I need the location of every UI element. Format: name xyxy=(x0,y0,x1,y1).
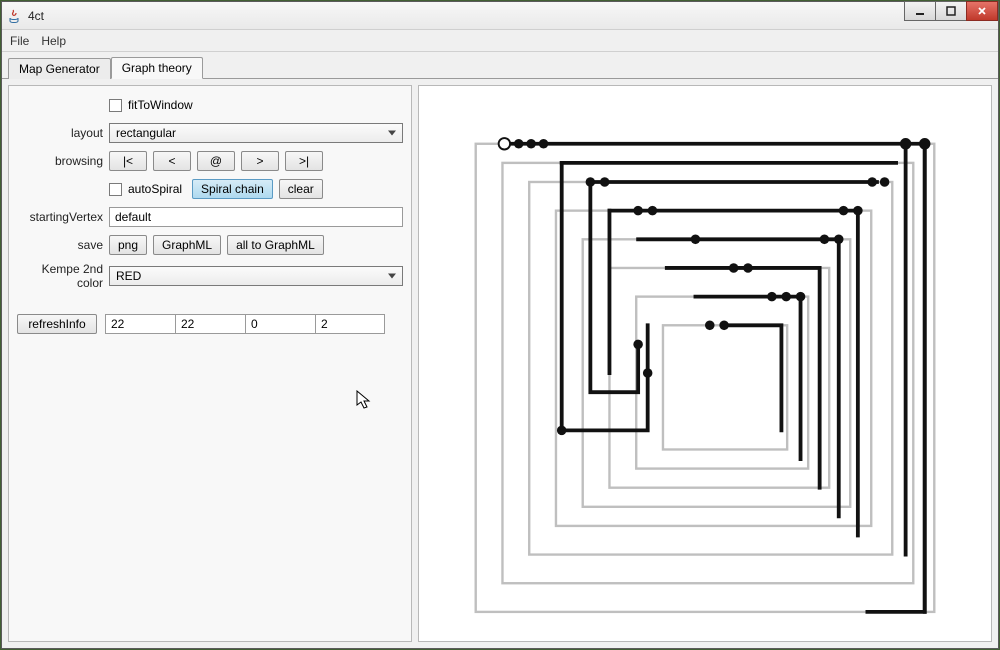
browsing-label: browsing xyxy=(17,154,109,168)
layout-select[interactable]: rectangular xyxy=(109,123,403,143)
window-controls xyxy=(905,1,998,21)
auto-spiral-checkbox[interactable] xyxy=(109,183,122,196)
menubar: File Help xyxy=(2,30,998,52)
save-label: save xyxy=(17,238,109,252)
save-png-button[interactable]: png xyxy=(109,235,147,255)
kempe-label: Kempe 2nd color xyxy=(17,262,109,290)
auto-spiral-label: autoSpiral xyxy=(128,182,182,196)
menu-help[interactable]: Help xyxy=(41,34,66,48)
browse-last-button[interactable]: >| xyxy=(285,151,323,171)
browse-next-button[interactable]: > xyxy=(241,151,279,171)
java-icon xyxy=(6,8,22,24)
tab-graph-theory[interactable]: Graph theory xyxy=(111,57,203,79)
fit-to-window-label: fitToWindow xyxy=(128,98,193,112)
info-cell-3: 2 xyxy=(315,314,385,334)
graph-canvas xyxy=(429,96,981,631)
titlebar: 4ct xyxy=(2,2,998,30)
starting-vertex-value: default xyxy=(115,210,151,224)
info-cell-1: 22 xyxy=(175,314,245,334)
browse-prev-button[interactable]: < xyxy=(153,151,191,171)
close-button[interactable] xyxy=(966,1,998,21)
starting-vertex-field[interactable]: default xyxy=(109,207,403,227)
kempe-select[interactable]: RED xyxy=(109,266,403,286)
starting-vertex-label: startingVertex xyxy=(17,210,109,224)
app-window: 4ct File Help Map Generator Graph theory… xyxy=(1,1,999,649)
info-cell-0: 22 xyxy=(105,314,175,334)
control-panel: fitToWindow layout rectangular browsing … xyxy=(8,85,412,642)
kempe-select-value: RED xyxy=(116,269,141,283)
maximize-button[interactable] xyxy=(935,1,967,21)
save-all-graphml-button[interactable]: all to GraphML xyxy=(227,235,324,255)
layout-select-value: rectangular xyxy=(116,126,176,140)
clear-button[interactable]: clear xyxy=(279,179,323,199)
tab-map-generator[interactable]: Map Generator xyxy=(8,58,111,79)
graph-viewport[interactable] xyxy=(418,85,992,642)
layout-label: layout xyxy=(17,126,109,140)
refresh-info-button[interactable]: refreshInfo xyxy=(17,314,97,334)
info-cell-2: 0 xyxy=(245,314,315,334)
fit-to-window-checkbox[interactable] xyxy=(109,99,122,112)
content: fitToWindow layout rectangular browsing … xyxy=(2,78,998,648)
info-bar: refreshInfo 22 22 0 2 xyxy=(17,314,403,334)
minimize-button[interactable] xyxy=(904,1,936,21)
save-graphml-button[interactable]: GraphML xyxy=(153,235,221,255)
menu-file[interactable]: File xyxy=(10,34,29,48)
tabbar: Map Generator Graph theory xyxy=(2,52,998,78)
browse-at-button[interactable]: @ xyxy=(197,151,235,171)
browse-first-button[interactable]: |< xyxy=(109,151,147,171)
spiral-chain-button[interactable]: Spiral chain xyxy=(192,179,273,199)
window-title: 4ct xyxy=(28,9,44,23)
